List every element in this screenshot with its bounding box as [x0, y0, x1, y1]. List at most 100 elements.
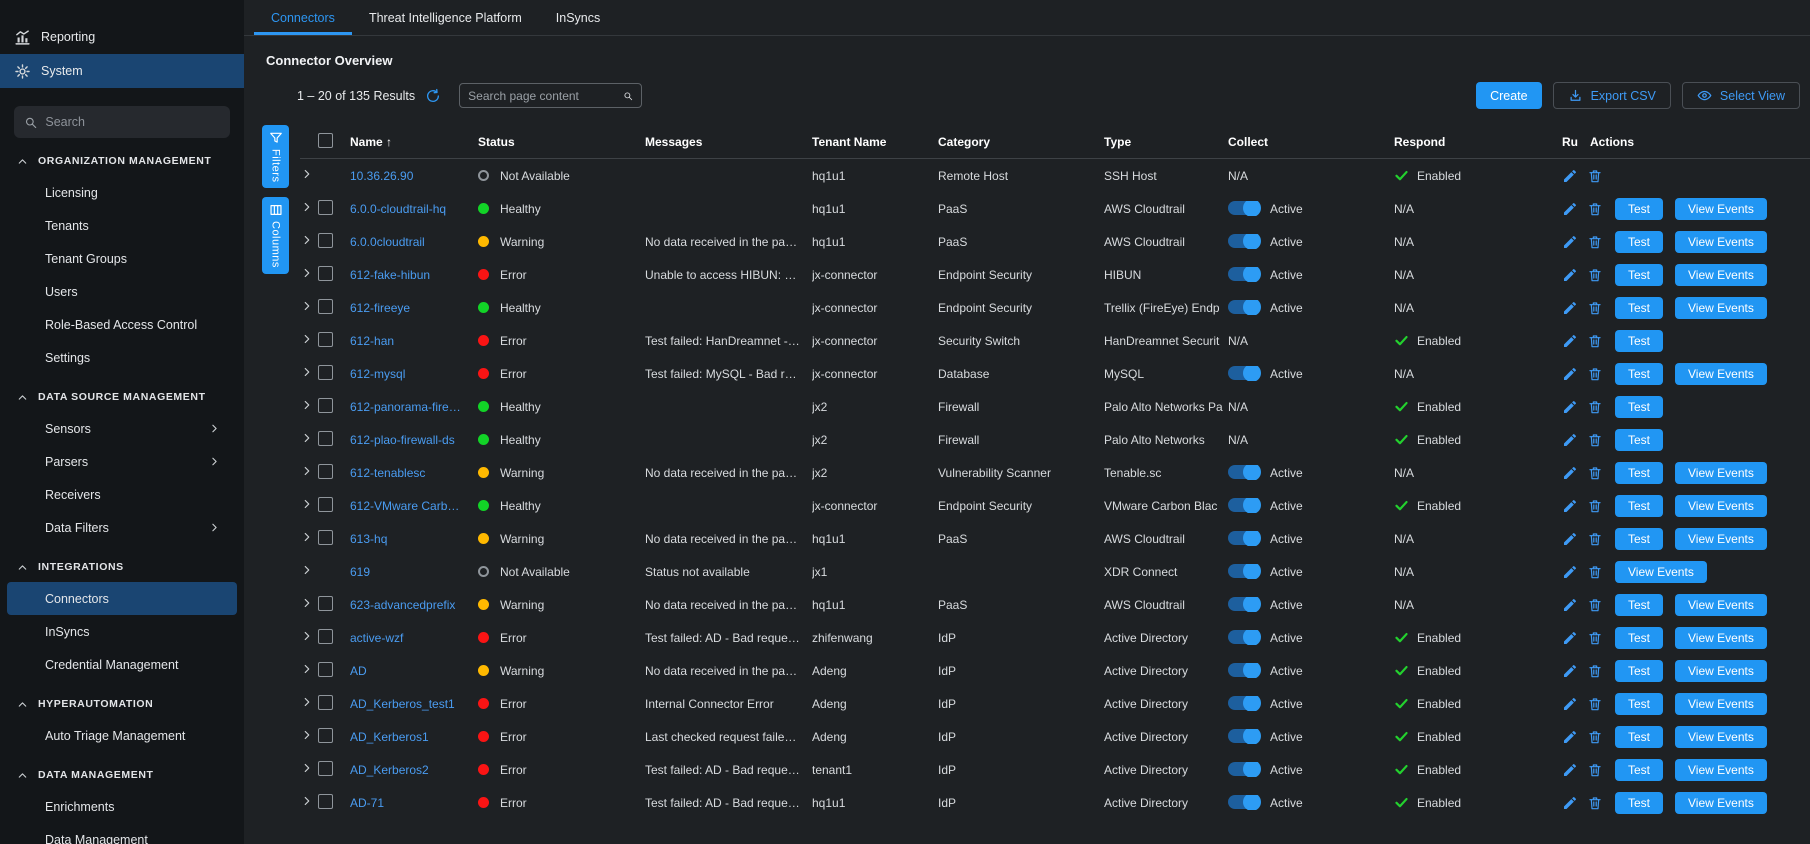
expand-chevron-icon[interactable]: [300, 728, 314, 742]
delete-icon[interactable]: [1587, 696, 1603, 712]
collect-toggle-on[interactable]: [1228, 630, 1259, 644]
connector-name-link[interactable]: 623-advancedprefix: [350, 598, 478, 612]
row-checkbox[interactable]: [318, 497, 333, 512]
test-button[interactable]: Test: [1615, 198, 1663, 220]
test-button[interactable]: Test: [1615, 792, 1663, 814]
delete-icon[interactable]: [1587, 564, 1603, 580]
connector-name-link[interactable]: AD: [350, 664, 478, 678]
expand-chevron-icon[interactable]: [300, 200, 314, 214]
test-button[interactable]: Test: [1615, 264, 1663, 286]
row-checkbox[interactable]: [318, 530, 333, 545]
delete-icon[interactable]: [1587, 432, 1603, 448]
row-checkbox[interactable]: [318, 464, 333, 479]
expand-chevron-icon[interactable]: [300, 332, 314, 346]
edit-icon[interactable]: [1562, 762, 1578, 778]
expand-chevron-icon[interactable]: [300, 629, 314, 643]
connector-name-link[interactable]: active-wzf: [350, 631, 478, 645]
connector-name-link[interactable]: 619: [350, 565, 478, 579]
view-events-button[interactable]: View Events: [1675, 726, 1767, 748]
edit-icon[interactable]: [1562, 696, 1578, 712]
collect-toggle-on[interactable]: [1228, 762, 1259, 776]
row-checkbox[interactable]: [318, 431, 333, 446]
edit-icon[interactable]: [1562, 465, 1578, 481]
test-button[interactable]: Test: [1615, 330, 1663, 352]
delete-icon[interactable]: [1587, 795, 1603, 811]
connector-name-link[interactable]: 612-panorama-fire…: [350, 400, 478, 414]
test-button[interactable]: Test: [1615, 297, 1663, 319]
connector-name-link[interactable]: 612-fake-hibun: [350, 268, 478, 282]
col-header-category[interactable]: Category: [938, 135, 1104, 149]
delete-icon[interactable]: [1587, 465, 1603, 481]
expand-chevron-icon[interactable]: [300, 266, 314, 280]
row-checkbox[interactable]: [318, 596, 333, 611]
expand-chevron-icon[interactable]: [300, 167, 314, 181]
collect-toggle-on[interactable]: [1228, 267, 1259, 281]
delete-icon[interactable]: [1587, 201, 1603, 217]
collect-toggle-on[interactable]: [1228, 696, 1259, 710]
col-header-respond[interactable]: Respond: [1394, 135, 1562, 149]
test-button[interactable]: Test: [1615, 495, 1663, 517]
edit-icon[interactable]: [1562, 201, 1578, 217]
sidebar-item-tenants[interactable]: Tenants: [7, 209, 237, 242]
edit-icon[interactable]: [1562, 564, 1578, 580]
expand-chevron-icon[interactable]: [300, 596, 314, 610]
delete-icon[interactable]: [1587, 597, 1603, 613]
export-csv-button[interactable]: Export CSV: [1553, 82, 1671, 109]
sidebar-item-insyncs[interactable]: InSyncs: [7, 615, 237, 648]
expand-chevron-icon[interactable]: [300, 299, 314, 313]
view-events-button[interactable]: View Events: [1675, 297, 1767, 319]
sidebar-item-data-management[interactable]: Data Management: [7, 823, 237, 844]
view-events-button[interactable]: View Events: [1675, 792, 1767, 814]
expand-chevron-icon[interactable]: [300, 365, 314, 379]
expand-chevron-icon[interactable]: [300, 794, 314, 808]
row-checkbox[interactable]: [318, 200, 333, 215]
edit-icon[interactable]: [1562, 267, 1578, 283]
page-search-input[interactable]: [468, 89, 623, 103]
connector-name-link[interactable]: 6.0.0cloudtrail: [350, 235, 478, 249]
view-events-button[interactable]: View Events: [1615, 561, 1707, 583]
sidebar-section-data-source-management[interactable]: DATA SOURCE MANAGEMENT: [0, 382, 244, 412]
connector-name-link[interactable]: 612-han: [350, 334, 478, 348]
delete-icon[interactable]: [1587, 498, 1603, 514]
collect-toggle-on[interactable]: [1228, 663, 1259, 677]
connector-name-link[interactable]: AD_Kerberos2: [350, 763, 478, 777]
view-events-button[interactable]: View Events: [1675, 363, 1767, 385]
sidebar-item-data-filters[interactable]: Data Filters: [7, 511, 237, 544]
expand-chevron-icon[interactable]: [300, 530, 314, 544]
connector-name-link[interactable]: AD_Kerberos_test1: [350, 697, 478, 711]
sidebar-item-sensors[interactable]: Sensors: [7, 412, 237, 445]
view-events-button[interactable]: View Events: [1675, 495, 1767, 517]
edit-icon[interactable]: [1562, 234, 1578, 250]
collect-toggle-on[interactable]: [1228, 597, 1259, 611]
view-events-button[interactable]: View Events: [1675, 528, 1767, 550]
select-all-checkbox[interactable]: [318, 133, 333, 148]
test-button[interactable]: Test: [1615, 594, 1663, 616]
connector-name-link[interactable]: 612-mysql: [350, 367, 478, 381]
delete-icon[interactable]: [1587, 300, 1603, 316]
collect-toggle-on[interactable]: [1228, 729, 1259, 743]
edit-icon[interactable]: [1562, 432, 1578, 448]
col-header-status[interactable]: Status: [478, 135, 645, 149]
test-button[interactable]: Test: [1615, 462, 1663, 484]
delete-icon[interactable]: [1587, 168, 1603, 184]
edit-icon[interactable]: [1562, 663, 1578, 679]
sidebar-item-reporting[interactable]: Reporting: [0, 20, 244, 54]
row-checkbox[interactable]: [318, 332, 333, 347]
edit-icon[interactable]: [1562, 795, 1578, 811]
connector-name-link[interactable]: 612-fireeye: [350, 301, 478, 315]
select-view-button[interactable]: Select View: [1682, 82, 1800, 109]
collect-toggle-on[interactable]: [1228, 201, 1259, 215]
view-events-button[interactable]: View Events: [1675, 660, 1767, 682]
test-button[interactable]: Test: [1615, 693, 1663, 715]
expand-chevron-icon[interactable]: [300, 563, 314, 577]
connector-name-link[interactable]: 612-tenablesc: [350, 466, 478, 480]
sidebar-item-credential-management[interactable]: Credential Management: [7, 648, 237, 681]
delete-icon[interactable]: [1587, 531, 1603, 547]
delete-icon[interactable]: [1587, 663, 1603, 679]
collect-toggle-on[interactable]: [1228, 300, 1259, 314]
expand-chevron-icon[interactable]: [300, 464, 314, 478]
view-events-button[interactable]: View Events: [1675, 231, 1767, 253]
test-button[interactable]: Test: [1615, 759, 1663, 781]
delete-icon[interactable]: [1587, 729, 1603, 745]
sidebar-item-users[interactable]: Users: [7, 275, 237, 308]
